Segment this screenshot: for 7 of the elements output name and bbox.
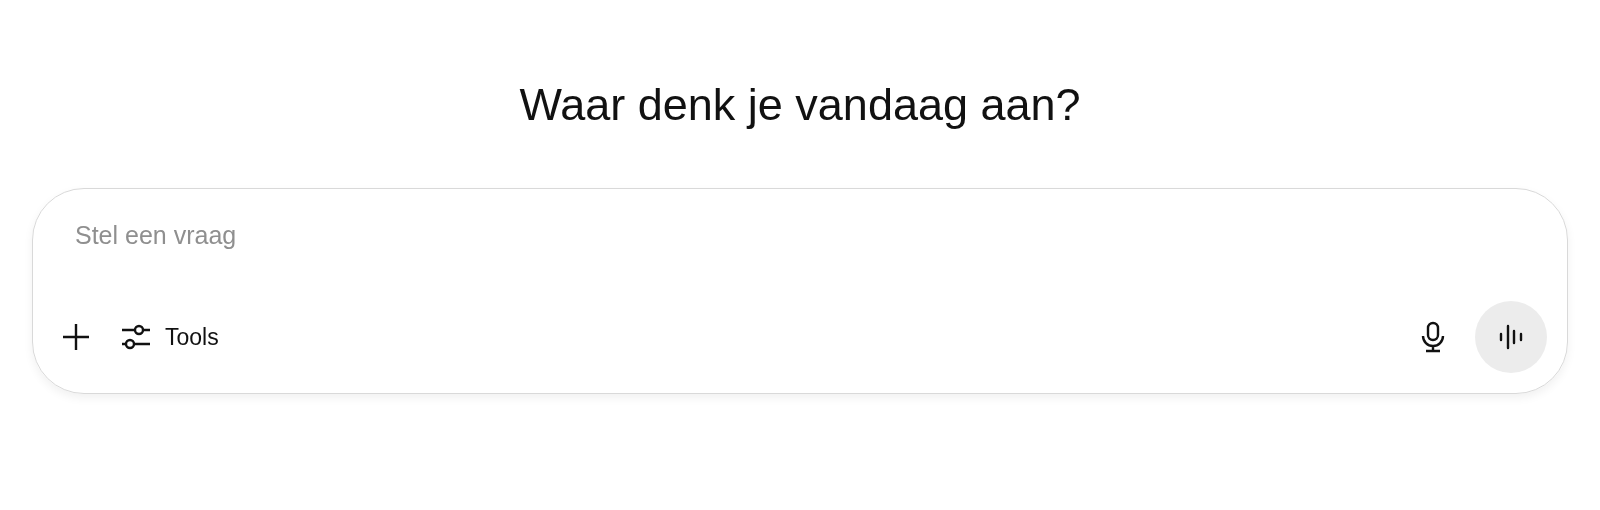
tools-button[interactable]: Tools (111, 315, 229, 359)
sliders-icon (121, 323, 151, 351)
message-input[interactable]: Stel een vraag (75, 215, 675, 256)
plus-icon (61, 322, 91, 352)
waveform-icon (1499, 324, 1523, 350)
page-heading: Waar denk je vandaag aan? (519, 78, 1081, 132)
microphone-icon (1421, 321, 1445, 353)
